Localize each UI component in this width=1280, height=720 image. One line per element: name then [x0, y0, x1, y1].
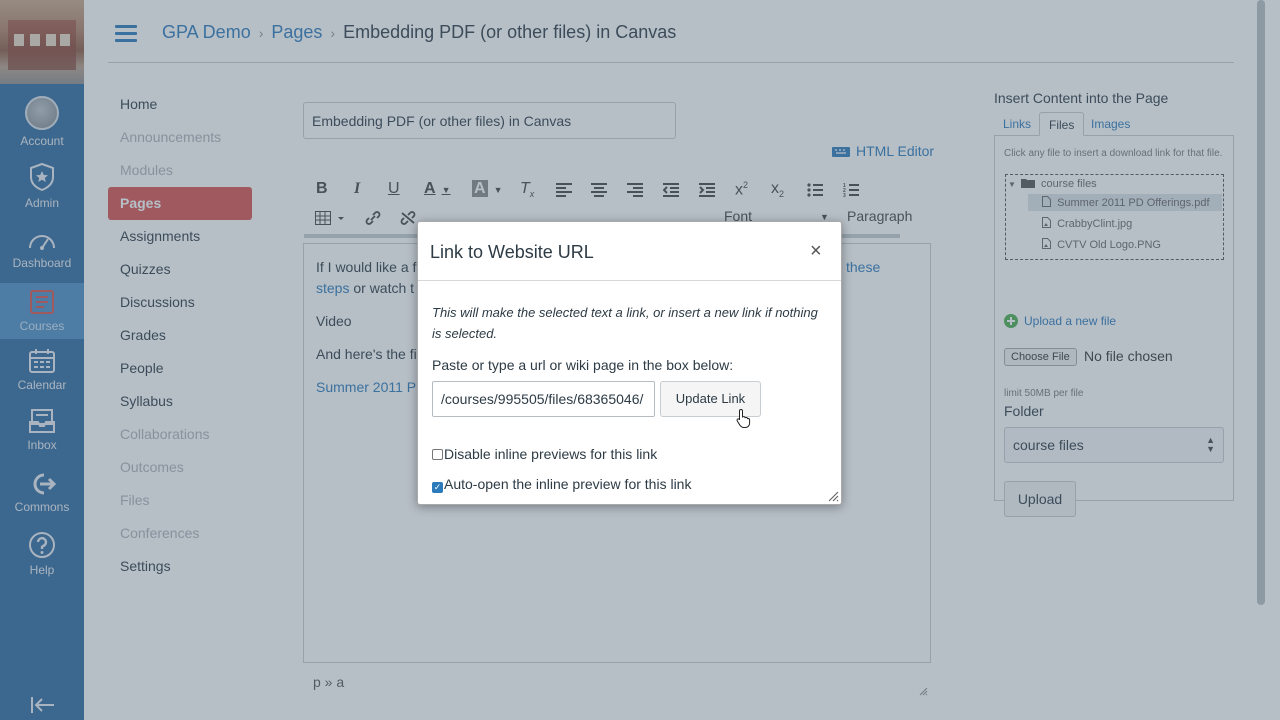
disable-previews-option[interactable]: Disable inline previews for this link — [432, 446, 657, 462]
dialog-description: This will make the selected text a link,… — [432, 305, 818, 341]
dialog-resize-handle-icon[interactable] — [827, 490, 839, 502]
dialog-prompt: Paste or type a url or wiki page in the … — [432, 357, 734, 373]
dialog-title: Link to Website URL — [430, 242, 594, 262]
close-icon[interactable]: × — [810, 240, 822, 263]
auto-open-checkbox[interactable]: ✓ — [432, 482, 443, 493]
url-input[interactable]: /courses/995505/files/68365046/ — [432, 381, 655, 417]
disable-previews-checkbox[interactable] — [432, 449, 443, 460]
dialog-divider — [418, 280, 841, 281]
auto-open-option[interactable]: ✓ Auto-open the inline preview for this l… — [432, 476, 691, 493]
link-dialog: Link to Website URL × This will make the… — [417, 221, 842, 505]
hand-pointer-icon — [736, 408, 751, 428]
